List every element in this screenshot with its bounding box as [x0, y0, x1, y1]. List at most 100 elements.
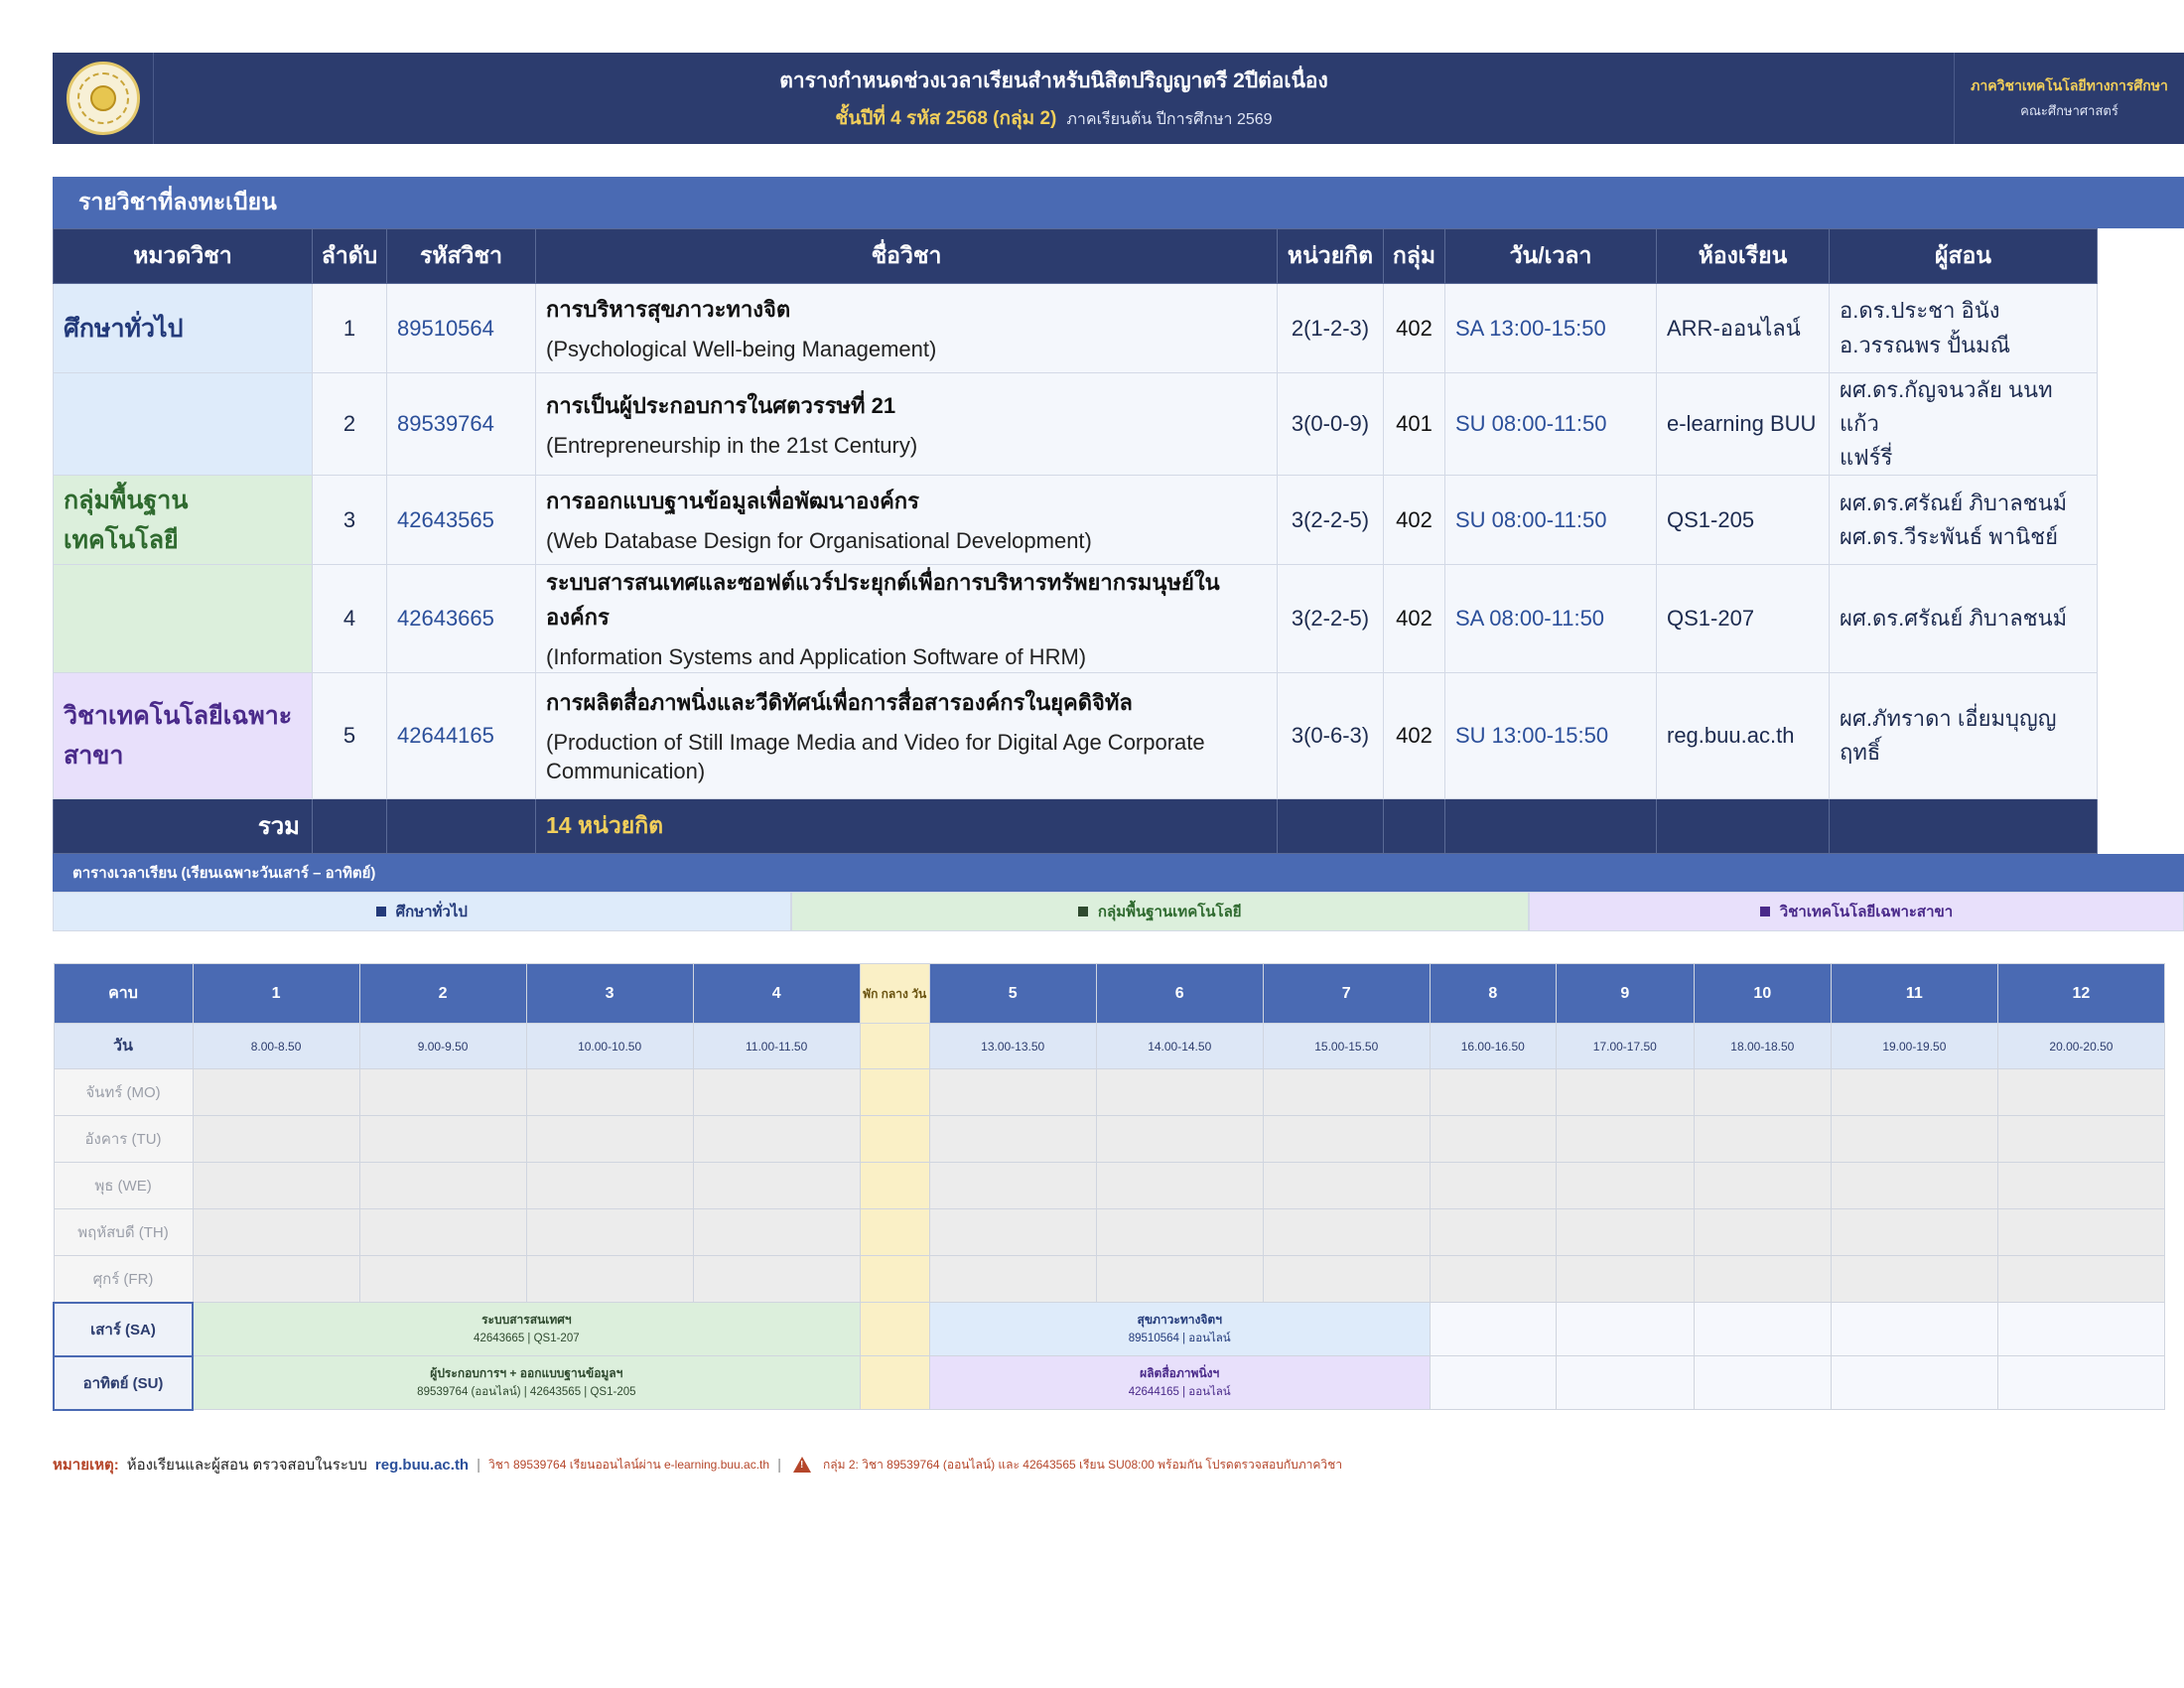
course-name-en: (Production of Still Image Media and Vid…	[546, 729, 1205, 784]
course-code: 42643565	[386, 475, 536, 566]
instructor-cell: ผศ.ดร.ศรัณย์ ภิบาลชนม์ ผศ.ดร.วีระพันธ์ พ…	[1829, 475, 2098, 566]
class-block-wellbeing[interactable]: สุขภาวะทางจิตฯ 89510564 | ออนไลน์	[928, 1302, 1431, 1356]
group-cell: 402	[1383, 475, 1445, 566]
col-credits: หน่วยกิต	[1277, 228, 1384, 284]
weekday-row-friday: ศุกร์ (FR)	[53, 1255, 2166, 1303]
datetime-cell: SU 08:00-11:50	[1444, 371, 1657, 477]
header-subtitle: ชั้นปีที่ 4 รหัส 2568 (กลุ่ม 2) ภาคเรียน…	[835, 103, 1272, 133]
instructor-name: แฟร์รี่	[1840, 445, 1893, 471]
note-key: หมายเหตุ:	[53, 1457, 119, 1474]
order-cell: 1	[312, 283, 387, 373]
instructor-name: ผศ.ดร.กัญจนวลัย นนทแก้ว	[1840, 377, 2053, 437]
table-row: 4 42643665 ระบบสารสนเทศและซอฟต์แวร์ประยุ…	[53, 564, 2098, 673]
time-slot: 14.00-14.50	[1095, 1023, 1264, 1069]
credits-cell: 3(2-2-5)	[1277, 475, 1384, 566]
lunch-cell	[859, 1023, 930, 1069]
col-datetime: วัน/เวลา	[1444, 228, 1657, 284]
instructor-name: ผศ.ดร.ศรัณย์ ภิบาลชนม์	[1840, 606, 2068, 632]
group-cell: 402	[1383, 671, 1445, 799]
reg-link[interactable]: reg.buu.ac.th	[375, 1457, 469, 1474]
timetable-legend: ศึกษาทั่วไป กลุ่มพื้นฐานเทคโนโลยี วิชาเท…	[53, 892, 2184, 931]
time-header-row: วัน 8.00-8.50 9.00-9.50 10.00-10.50 11.0…	[53, 1023, 2166, 1069]
instructor-name: ผศ.ดร.ศรัณย์ ภิบาลชนม์	[1840, 490, 2068, 515]
instructor-name: ผศ.ดร.วีระพันธ์ พานิชย์	[1840, 523, 2058, 549]
col-instructor: ผู้สอน	[1829, 228, 2098, 284]
table-row: ศึกษาทั่วไป 1 89510564 การบริหารสุขภาวะท…	[53, 283, 2098, 373]
course-code: 89510564	[386, 283, 536, 373]
legend-square-icon	[1077, 907, 1088, 916]
course-name-cell: การออกแบบฐานข้อมูลเพื่อพัฒนาองค์กร (Web …	[535, 475, 1278, 566]
credits-cell: 3(2-2-5)	[1277, 564, 1384, 673]
course-name-th: การเป็นผู้ประกอบการในศตวรรษที่ 21	[546, 392, 896, 418]
category-cell: วิชาเทคโนโลยีเฉพาะสาขา	[53, 671, 313, 799]
course-name-en: (Information Systems and Application Sof…	[546, 644, 1087, 670]
instructor-cell: อ.ดร.ประชา อินัง อ.วรรณพร ปั้นมณี	[1829, 283, 2098, 373]
department-block: ภาควิชาเทคโนโลยีทางการศึกษา คณะศึกษาศาสต…	[1954, 53, 2184, 144]
logo-cell	[53, 53, 154, 144]
period-header-row: คาบ 1 2 3 4 พัก กลาง วัน 5 6 7 8 9 10 11…	[53, 963, 2166, 1024]
courses-table: หมวดวิชา ลำดับ รหัสวิชา ชื่อวิชา หน่วยกิ…	[53, 228, 2098, 854]
department-name: ภาควิชาเทคโนโลยีทางการศึกษา	[1971, 77, 2168, 93]
instructor-cell: ผศ.ดร.ศรัณย์ ภิบาลชนม์	[1829, 564, 2098, 673]
university-seal-icon	[66, 62, 140, 135]
course-name-cell: การผลิตสื่อภาพนิ่งและวีดิทัศน์เพื่อการสื…	[535, 671, 1278, 799]
course-name-en: (Web Database Design for Organisational …	[546, 528, 1092, 554]
order-cell: 5	[312, 671, 387, 799]
legend-item-tech: กลุ่มพื้นฐานเทคโนโลยี	[790, 892, 1529, 931]
instructor-cell: ผศ.ภัทราดา เอี่ยมบุญญฤทธิ์	[1829, 671, 2098, 799]
courses-section-title: รายวิชาที่ลงทะเบียน	[53, 177, 2184, 228]
period-5: 5	[928, 963, 1097, 1024]
course-name-th: การผลิตสื่อภาพนิ่งและวีดิทัศน์เพื่อการสื…	[546, 689, 1133, 715]
weekday-row-tuesday: อังคาร (TU)	[53, 1115, 2166, 1163]
course-name-cell: ระบบสารสนเทศและซอฟต์แวร์ประยุกต์เพื่อการ…	[535, 564, 1278, 673]
class-block-media-production[interactable]: ผลิตสื่อภาพนิ่งฯ 42644165 | ออนไลน์	[928, 1355, 1431, 1410]
note-separator: |	[477, 1456, 481, 1474]
period-1: 1	[192, 963, 360, 1024]
group-cell: 402	[1383, 564, 1445, 673]
day-label: วัน	[53, 1023, 194, 1069]
time-slot: 20.00-20.50	[1996, 1023, 2166, 1069]
legend-square-icon	[1759, 907, 1770, 916]
lunch-cell	[859, 1302, 930, 1356]
page-title: ตารางกำหนดช่วงเวลาเรียนสำหรับนิสิตปริญญา…	[779, 69, 1328, 92]
weekday-row-wednesday: พุธ (WE)	[53, 1162, 2166, 1209]
class-group-label: ชั้นปีที่ 4 รหัส 2568 (กลุ่ม 2)	[835, 107, 1057, 129]
legend-item-general: ศึกษาทั่วไป	[53, 892, 791, 931]
room-cell: QS1-207	[1656, 564, 1830, 673]
timetable-section-title: ตารางเวลาเรียน (เรียนเฉพาะวันเสาร์ – อาท…	[53, 854, 2184, 892]
credits-cell: 3(0-0-9)	[1277, 371, 1384, 477]
lunch-cell	[859, 1355, 930, 1410]
period-7: 7	[1262, 963, 1431, 1024]
col-name: ชื่อวิชา	[535, 228, 1278, 284]
semester-label: ภาคเรียนต้น ปีการศึกษา 2569	[1066, 110, 1273, 128]
period-11: 11	[1830, 963, 1998, 1024]
course-name-cell: การบริหารสุขภาวะทางจิต (Psychological We…	[535, 283, 1278, 373]
period-8: 8	[1429, 963, 1557, 1024]
instructor-name: อ.ดร.ประชา อินัง	[1840, 298, 2000, 324]
col-group: กลุ่ม	[1383, 228, 1445, 284]
total-row: รวม 14 หน่วยกิต	[53, 797, 2098, 854]
weekday-row-thursday: พฤหัสบดี (TH)	[53, 1208, 2166, 1256]
course-name-th: การออกแบบฐานข้อมูลเพื่อพัฒนาองค์กร	[546, 489, 919, 514]
faculty-name: คณะศึกษาศาสตร์	[2020, 103, 2118, 118]
weekend-row-sunday: อาทิตย์ (SU) ผู้ประกอบการฯ + ออกแบบฐานข้…	[52, 1354, 2166, 1411]
warning-icon	[792, 1457, 811, 1473]
weekday-row-monday: จันทร์ (MO)	[53, 1068, 2166, 1116]
instructor-name: อ.วรรณพร ปั้นมณี	[1840, 332, 2011, 357]
header-title-block: ตารางกำหนดช่วงเวลาเรียนสำหรับนิสิตปริญญา…	[154, 53, 1954, 144]
table-row: 2 89539764 การเป็นผู้ประกอบการในศตวรรษที…	[53, 371, 2098, 477]
time-slot: 11.00-11.50	[692, 1023, 861, 1069]
course-name-cell: การเป็นผู้ประกอบการในศตวรรษที่ 21 (Entre…	[535, 371, 1278, 477]
period-4: 4	[692, 963, 861, 1024]
class-block-entrepreneur-database[interactable]: ผู้ประกอบการฯ + ออกแบบฐานข้อมูลฯ 8953976…	[192, 1355, 861, 1410]
weekend-row-saturday: เสาร์ (SA) ระบบสารสนเทศฯ 42643665 | QS1-…	[52, 1301, 2166, 1357]
class-block-info-systems[interactable]: ระบบสารสนเทศฯ 42643665 | QS1-207	[192, 1302, 861, 1356]
timetable-grid: คาบ 1 2 3 4 พัก กลาง วัน 5 6 7 8 9 10 11…	[52, 963, 2166, 1411]
group-cell: 402	[1383, 283, 1445, 373]
total-label: รวม	[53, 797, 313, 854]
period-9: 9	[1555, 963, 1695, 1024]
category-cell: กลุ่มพื้นฐานเทคโนโลยี	[53, 475, 313, 566]
table-row: กลุ่มพื้นฐานเทคโนโลยี 3 42643565 การออกแ…	[53, 475, 2098, 566]
period-3: 3	[525, 963, 694, 1024]
note-elearning: วิชา 89539764 เรียนออนไลน์ผ่าน e-learnin…	[488, 1457, 770, 1472]
